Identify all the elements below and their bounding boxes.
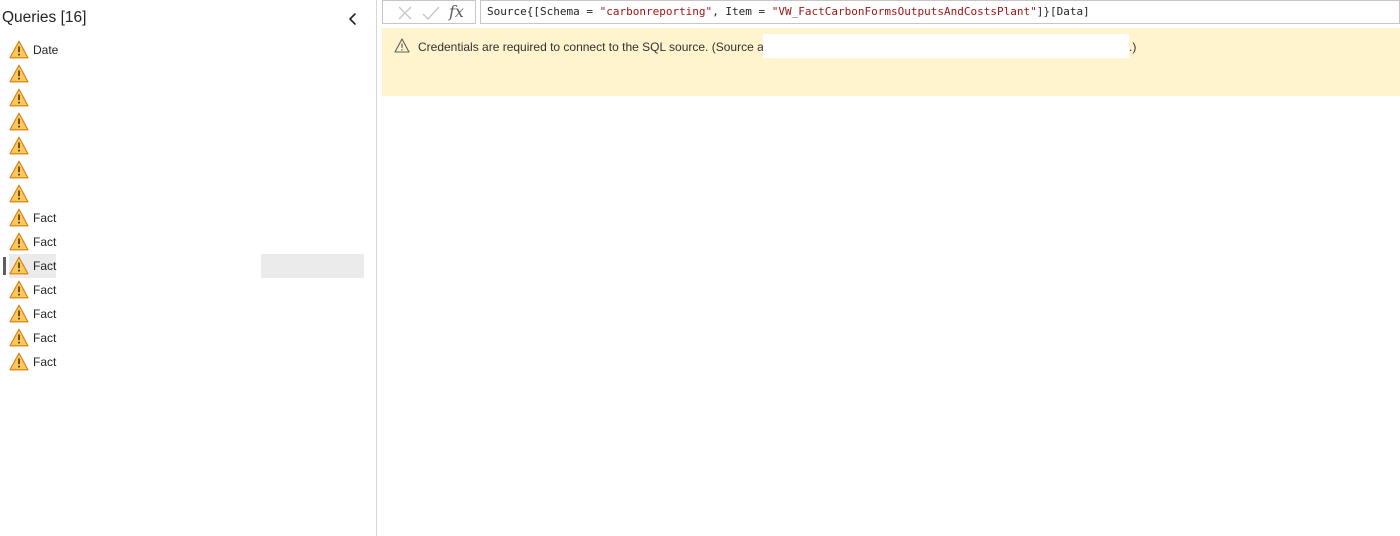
formula-schema-string: "carbonreporting": [599, 5, 713, 18]
warning-icon: [9, 136, 29, 155]
query-item[interactable]: [0, 86, 377, 110]
query-item-label: Fact: [33, 211, 57, 225]
query-item[interactable]: [0, 182, 377, 206]
query-item[interactable]: [0, 110, 377, 134]
query-item-label: Fact: [33, 283, 57, 297]
fx-icon[interactable]: fx: [449, 2, 471, 22]
query-item-label: Fact: [33, 307, 57, 321]
query-item[interactable]: [0, 62, 377, 86]
query-item[interactable]: Fact: [0, 302, 377, 326]
warning-icon: [9, 256, 29, 275]
warning-icon: [9, 40, 29, 59]
credentials-warning-banner: Credentials are required to connect to t…: [382, 28, 1400, 96]
cancel-formula-button[interactable]: [395, 3, 415, 23]
banner-message: Credentials are required to connect to t…: [418, 40, 768, 54]
formula-text-part: , Item =: [712, 5, 772, 18]
query-item[interactable]: Fact: [0, 254, 377, 278]
query-item[interactable]: [0, 134, 377, 158]
selection-indicator: [3, 257, 6, 275]
query-item[interactable]: Fact: [0, 230, 377, 254]
warning-icon: [9, 208, 29, 227]
query-item-label: Fact: [33, 355, 57, 369]
warning-icon: [9, 304, 29, 323]
collapse-queries-button[interactable]: [344, 10, 362, 28]
query-item[interactable]: Date: [0, 38, 377, 62]
formula-input[interactable]: Source{[Schema = "carbonreporting", Item…: [480, 0, 1400, 24]
warning-icon: [9, 160, 29, 179]
warning-icon: [9, 328, 29, 347]
query-item[interactable]: [0, 158, 377, 182]
queries-pane: Queries [16] Date Fact Fact Fact Fact Fact Fac…: [0, 0, 377, 536]
redacted-source: [763, 34, 1129, 58]
formula-text-part: Source{[Schema =: [487, 5, 600, 18]
query-item-label: Fact: [33, 331, 57, 345]
commit-formula-button[interactable]: [421, 3, 441, 23]
formula-text-part: ]}[Data]: [1036, 5, 1090, 18]
query-item[interactable]: Fact: [0, 350, 377, 374]
close-icon: [398, 6, 412, 20]
query-item[interactable]: Fact: [0, 326, 377, 350]
query-item[interactable]: Fact: [0, 278, 377, 302]
formula-bar: fx Source{[Schema = "carbonreporting", I…: [382, 0, 1400, 25]
warning-icon: [9, 112, 29, 131]
query-item-label: Date: [33, 43, 59, 57]
query-item-label: Fact: [33, 235, 57, 249]
formula-item-string: "VW_FactCarbonFormsOutputsAndCostsPlant": [771, 5, 1037, 18]
query-item[interactable]: Fact: [0, 206, 377, 230]
warning-icon: [9, 88, 29, 107]
warning-icon: [9, 64, 29, 83]
queries-title: Queries [16]: [2, 9, 87, 26]
checkmark-icon: [422, 6, 440, 20]
chevron-left-icon: [349, 13, 356, 25]
warning-icon: [9, 352, 29, 371]
banner-message-tail: .): [1129, 40, 1137, 54]
query-item-label: Fact: [33, 259, 57, 273]
warning-icon: [9, 280, 29, 299]
warning-icon: [9, 232, 29, 251]
queries-header: Queries [16]: [0, 0, 377, 38]
warning-icon: [394, 38, 410, 53]
formula-controls: fx: [382, 0, 476, 24]
warning-icon: [9, 184, 29, 203]
